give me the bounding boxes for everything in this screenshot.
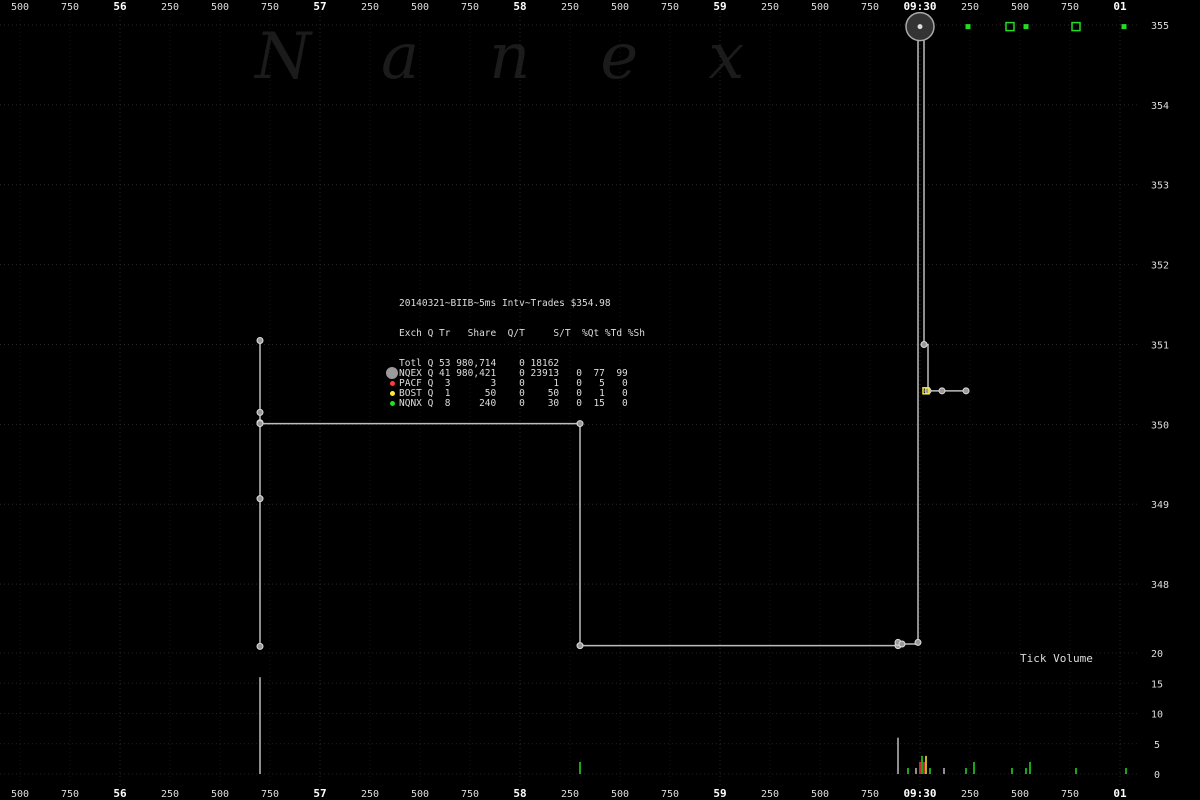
x-tick-bottom: 750	[61, 789, 79, 800]
y-tick-price: 349	[1151, 500, 1169, 511]
x-tick-bottom: 500	[11, 789, 29, 800]
exchange-dot-icon	[390, 381, 395, 386]
nqex-trade-marker	[920, 340, 928, 348]
x-tick-top: 250	[761, 2, 779, 13]
x-tick-top: 09:30	[903, 0, 936, 13]
x-tick-top: 750	[1061, 2, 1079, 13]
nqex-trade-marker	[898, 640, 906, 648]
info-rows: Totl Q 53 980,714 0 18162 NQEX Q 41 980,4…	[386, 359, 645, 409]
nqex-trade-marker	[256, 420, 264, 428]
nqnx-trade-marker	[1071, 21, 1081, 32]
x-tick-bottom: 250	[361, 789, 379, 800]
x-tick-bottom: 250	[961, 789, 979, 800]
x-tick-bottom: 09:30	[903, 787, 936, 800]
x-tick-bottom: 750	[861, 789, 879, 800]
nqnx-trade-marker	[1121, 24, 1127, 30]
y-tick-volume: 0	[1154, 770, 1160, 781]
y-tick-price: 354	[1151, 101, 1169, 112]
tick-volume-bars	[259, 677, 1127, 774]
x-tick-top: 500	[611, 2, 629, 13]
x-tick-top: 500	[1011, 2, 1029, 13]
nqex-trade-marker	[576, 420, 584, 428]
exchange-circle-icon	[386, 367, 398, 379]
x-tick-bottom: 59	[713, 787, 726, 800]
x-tick-bottom: 58	[513, 787, 526, 800]
x-tick-top: 500	[11, 2, 29, 13]
nqex-trade-marker	[962, 387, 970, 395]
x-tick-top: 750	[61, 2, 79, 13]
x-tick-top: 500	[411, 2, 429, 13]
x-tick-top: 250	[561, 2, 579, 13]
x-tick-bottom: 56	[113, 787, 127, 800]
y-tick-price: 351	[1151, 340, 1169, 351]
x-tick-top: 750	[661, 2, 679, 13]
x-tick-top: 59	[713, 0, 726, 13]
x-tick-top: 01	[1113, 0, 1127, 13]
nqex-trade-marker	[256, 642, 264, 650]
nqex-trade-marker	[256, 495, 264, 503]
x-tick-top: 56	[113, 0, 127, 13]
tick-volume-label: Tick Volume	[1020, 652, 1093, 665]
x-tick-bottom: 57	[313, 787, 326, 800]
x-tick-bottom: 250	[761, 789, 779, 800]
info-header: Exch Q Tr Share Q/T S/T %Qt %Td %Sh	[399, 328, 645, 339]
x-tick-bottom: 750	[461, 789, 479, 800]
x-tick-bottom: 01	[1113, 787, 1127, 800]
y-tick-price: 353	[1151, 181, 1169, 192]
x-tick-bottom: 750	[661, 789, 679, 800]
x-tick-top: 750	[861, 2, 879, 13]
nqnx-trade-marker	[1005, 21, 1015, 32]
nqnx-trade-marker	[1023, 24, 1029, 30]
x-tick-bottom: 500	[811, 789, 829, 800]
nqex-trade-marker	[924, 387, 932, 395]
nqex-trade-marker	[256, 336, 264, 344]
x-tick-bottom: 500	[611, 789, 629, 800]
watermark-nanex: Nanex	[253, 20, 814, 94]
y-tick-price: 348	[1151, 580, 1169, 591]
y-tick-price: 350	[1151, 420, 1169, 431]
y-tick-volume: 5	[1154, 740, 1160, 751]
x-tick-top: 250	[361, 2, 379, 13]
nqex-trade-marker	[576, 642, 584, 650]
x-tick-top: 750	[261, 2, 279, 13]
nqex-trade-marker	[938, 387, 946, 395]
x-tick-top: 750	[461, 2, 479, 13]
y-tick-volume: 10	[1151, 710, 1163, 721]
info-row: NQNX Q 8 240 0 30 0 15 0	[390, 398, 645, 409]
open-print-center	[917, 24, 923, 30]
exchange-dot-icon	[390, 401, 395, 406]
nqnx-trade-marker	[965, 24, 971, 30]
y-tick-price: 352	[1151, 261, 1169, 272]
info-title: 20140321~BIIB~5ms Intv~Trades $354.98	[399, 298, 611, 309]
x-tick-top: 250	[161, 2, 179, 13]
x-tick-bottom: 750	[1061, 789, 1079, 800]
x-tick-bottom: 250	[161, 789, 179, 800]
y-tick-volume: 20	[1151, 649, 1163, 660]
y-tick-price: 355	[1151, 21, 1169, 32]
nqex-trade-marker	[256, 408, 264, 416]
x-tick-bottom: 500	[411, 789, 429, 800]
x-tick-bottom: 500	[1011, 789, 1029, 800]
x-tick-top: 250	[961, 2, 979, 13]
exchange-dot-icon	[390, 391, 395, 396]
x-tick-bottom: 500	[211, 789, 229, 800]
info-row-text: NQNX Q 8 240 0 30 0 15 0	[399, 398, 628, 409]
x-tick-top: 500	[211, 2, 229, 13]
nqex-trade-marker	[914, 638, 922, 646]
x-tick-bottom: 250	[561, 789, 579, 800]
x-tick-top: 58	[513, 0, 526, 13]
trade-markers	[256, 11, 1127, 650]
x-tick-top: 57	[313, 0, 326, 13]
y-tick-volume: 15	[1151, 679, 1163, 690]
info-panel: 20140321~BIIB~5ms Intv~Trades $354.98 Ex…	[386, 279, 645, 419]
x-tick-top: 500	[811, 2, 829, 13]
x-tick-bottom: 750	[261, 789, 279, 800]
